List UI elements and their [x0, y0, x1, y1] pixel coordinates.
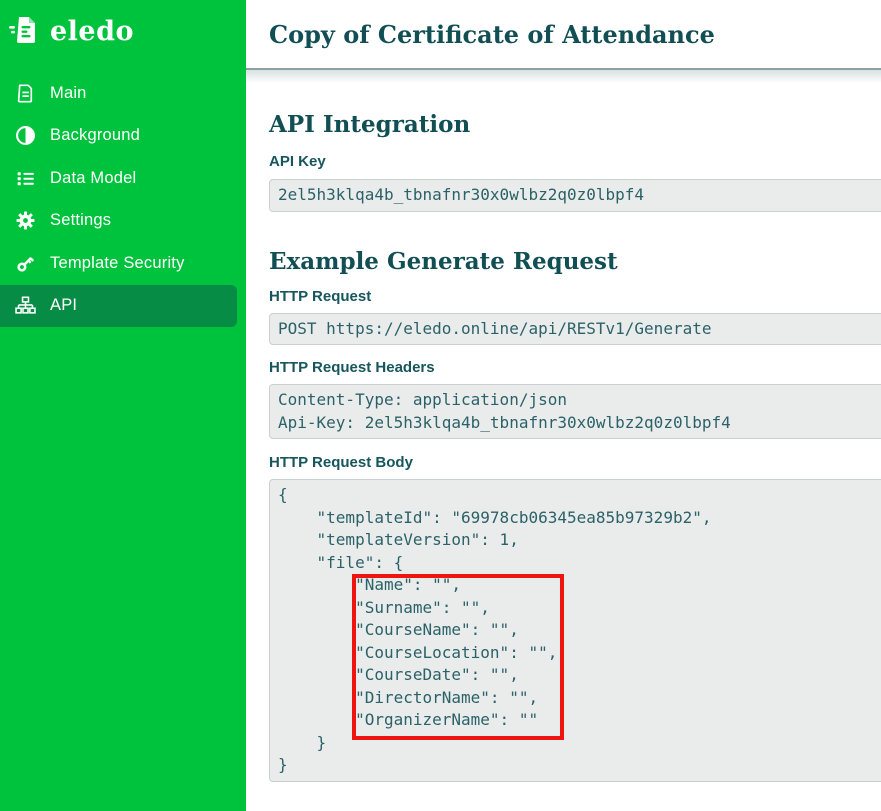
gear-icon [12, 210, 38, 231]
sidebar-item-template-security[interactable]: Template Security [0, 242, 246, 285]
app-logo[interactable]: eledo [0, 0, 246, 60]
sidebar-item-label: Background [50, 126, 140, 145]
app-name: eledo [50, 16, 134, 47]
sitemap-icon [12, 295, 38, 316]
sidebar-item-label: Data Model [50, 169, 136, 188]
sidebar: eledo Main Background [0, 0, 246, 811]
http-request-headers-label: HTTP Request Headers [269, 359, 881, 377]
api-key-value: 2el5h3klqa4b_tbnafnr30x0wlbz2q0z0lbpf4 [278, 184, 881, 207]
sidebar-item-main[interactable]: Main [0, 72, 246, 115]
sidebar-item-label: Main [50, 84, 87, 103]
api-key-label: API Key [269, 153, 881, 171]
contrast-icon [12, 125, 38, 146]
sidebar-item-label: Template Security [50, 254, 185, 273]
http-request-body-label: HTTP Request Body [269, 454, 881, 472]
sidebar-item-background[interactable]: Background [0, 115, 246, 158]
sidebar-item-label: API [50, 296, 77, 315]
main-content: Copy of Certificate of Attendance API In… [246, 0, 881, 811]
sidebar-item-api[interactable]: API [0, 285, 237, 328]
example-request-heading: Example Generate Request [269, 247, 881, 277]
http-request-body-box[interactable]: { "templateId": "69978cb06345ea85b97329b… [269, 479, 881, 782]
http-request-label: HTTP Request [269, 288, 881, 306]
http-request-headers-value: Content-Type: application/json Api-Key: … [278, 389, 881, 434]
sidebar-item-data-model[interactable]: Data Model [0, 157, 246, 200]
http-request-body-value: { "templateId": "69978cb06345ea85b97329b… [278, 484, 881, 777]
eledo-document-logo-icon [9, 13, 41, 50]
page-title: Copy of Certificate of Attendance [269, 20, 715, 49]
sidebar-nav: Main Background Data Model [0, 72, 246, 327]
document-icon [12, 83, 38, 104]
sidebar-item-settings[interactable]: Settings [0, 200, 246, 243]
http-request-box[interactable]: POST https://eledo.online/api/RESTv1/Gen… [269, 313, 881, 346]
key-icon [12, 253, 38, 274]
http-request-value: POST https://eledo.online/api/RESTv1/Gen… [278, 318, 881, 341]
http-request-headers-box[interactable]: Content-Type: application/json Api-Key: … [269, 384, 881, 439]
list-icon [12, 168, 38, 189]
sidebar-item-label: Settings [50, 211, 111, 230]
content-area: API Integration API Key 2el5h3klqa4b_tbn… [246, 110, 881, 782]
api-integration-heading: API Integration [269, 110, 881, 140]
page-header: Copy of Certificate of Attendance [246, 0, 881, 70]
api-key-box[interactable]: 2el5h3klqa4b_tbnafnr30x0wlbz2q0z0lbpf4 [269, 179, 881, 212]
